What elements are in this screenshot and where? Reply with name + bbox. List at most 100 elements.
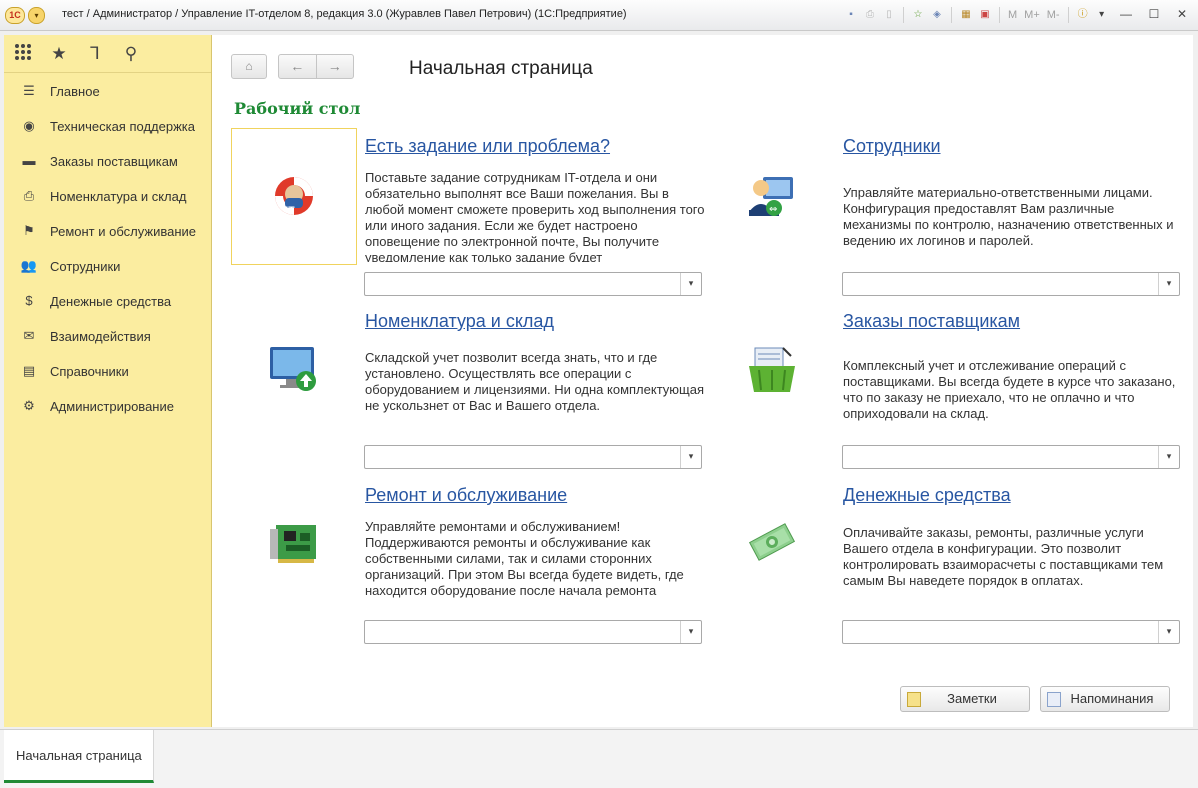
memory-plus-button[interactable]: M+	[1022, 9, 1042, 21]
svg-text:IT: IT	[285, 206, 295, 216]
chevron-down-icon[interactable]: ▾	[1158, 273, 1179, 295]
sidebar-item-label: Заказы поставщикам	[50, 153, 178, 169]
repair-select[interactable]: ▾	[364, 620, 702, 644]
sidebar-item-label: Администрирование	[50, 398, 174, 414]
minimize-icon[interactable]: —	[1116, 6, 1136, 22]
chevron-down-icon[interactable]: ▾	[680, 273, 701, 295]
section-title: Рабочий стол	[234, 99, 361, 118]
money-bag-icon: $	[25, 293, 33, 308]
chevron-down-icon[interactable]: ▾	[1094, 7, 1110, 23]
books-icon: ▤	[22, 363, 36, 378]
maximize-icon[interactable]: ☐	[1144, 6, 1164, 22]
sidebar-item-support[interactable]: ◉ Техническая поддержка	[4, 109, 211, 143]
sidebar-item-label: Денежные средства	[50, 293, 172, 309]
forward-button[interactable]: →	[317, 55, 354, 78]
favorites-add-icon[interactable]: ☆	[910, 7, 926, 23]
sidebar-item-label: Ремонт и обслуживание	[50, 223, 196, 239]
card-title-task[interactable]: Есть задание или проблема?	[365, 136, 610, 157]
sidebar-item-nomenclature[interactable]: ⎙ Номенклатура и склад	[4, 179, 211, 213]
back-button[interactable]: ←	[279, 55, 317, 78]
circuit-board-icon	[270, 525, 316, 563]
sidebar-item-money[interactable]: $ Денежные средства	[4, 284, 211, 318]
card-title-nomenclature[interactable]: Номенклатура и склад	[365, 311, 554, 332]
tab-home-page[interactable]: Начальная страница	[4, 730, 154, 783]
task-select[interactable]: ▾	[364, 272, 702, 296]
card-description: Оплачивайте заказы, ремонты, различные у…	[843, 525, 1164, 588]
sidebar-item-repair[interactable]: ⚑ Ремонт и обслуживание	[4, 214, 211, 248]
bookmark-icon[interactable]: ◈	[929, 7, 945, 23]
card-description: Поставьте задание сотрудникам IT-отдела …	[365, 170, 705, 262]
close-icon[interactable]: ✕	[1172, 6, 1192, 22]
card-title-money[interactable]: Денежные средства	[843, 485, 1011, 506]
star-icon[interactable]: ★	[48, 43, 70, 65]
chevron-down-icon[interactable]: ▾	[680, 446, 701, 468]
calendar-icon[interactable]: ▣	[977, 7, 993, 23]
chevron-down-icon[interactable]: ▾	[1158, 621, 1179, 643]
sidebar-item-label: Главное	[50, 83, 100, 99]
open-windows-bar: Начальная страница	[0, 729, 1198, 788]
notes-button[interactable]: Заметки	[900, 686, 1030, 712]
chevron-down-icon[interactable]: ▾	[1158, 446, 1179, 468]
notes-button-label: Заметки	[947, 691, 997, 706]
reminders-button[interactable]: Напоминания	[1040, 686, 1170, 712]
grid-icon[interactable]	[12, 43, 34, 65]
calculator-icon[interactable]: ▦	[958, 7, 974, 23]
people-icon: 👥	[20, 258, 38, 273]
svg-text:⇔: ⇔	[769, 204, 777, 215]
lifebuoy-icon: ◉	[23, 118, 35, 133]
sidebar-toolbar: ★ Ꞁ ⚲	[4, 35, 211, 73]
sidebar-item-references[interactable]: ▤ Справочники	[4, 354, 211, 388]
info-icon[interactable]: ⓘ	[1075, 7, 1091, 23]
print-icon[interactable]: ⎙	[862, 7, 878, 23]
employees-select[interactable]: ▾	[842, 272, 1180, 296]
it-lifebuoy-icon: IT	[275, 177, 313, 216]
reminders-button-label: Напоминания	[1070, 691, 1154, 706]
card-description: Складской учет позволит всегда знать, чт…	[365, 350, 705, 413]
monitor-upload-icon	[270, 347, 316, 391]
arrow-right-icon: →	[327, 58, 342, 74]
printer-icon: ⎙	[23, 188, 35, 203]
home-button[interactable]: ⌂	[231, 54, 267, 79]
search-icon[interactable]: ⚲	[120, 43, 142, 65]
money-select[interactable]: ▾	[842, 620, 1180, 644]
supplier-orders-select[interactable]: ▾	[842, 445, 1180, 469]
sidebar-item-label: Техническая поддержка	[50, 118, 195, 134]
sidebar-item-supplier-orders[interactable]: ▬ Заказы поставщикам	[4, 144, 211, 178]
card-title-repair[interactable]: Ремонт и обслуживание	[365, 485, 567, 506]
memory-minus-button[interactable]: M-	[1045, 9, 1062, 21]
card-title-supplier-orders[interactable]: Заказы поставщикам	[843, 311, 1020, 332]
truck-icon: ▬	[22, 153, 36, 168]
page-title: Начальная страница	[409, 58, 593, 79]
sidebar-item-label: Справочники	[50, 363, 129, 379]
history-icon[interactable]: Ꞁ	[84, 43, 106, 65]
menu-lines-icon: ☰	[23, 83, 35, 98]
shopping-basket-icon	[749, 347, 795, 392]
app-logo-icon[interactable]: 1C	[5, 7, 25, 24]
chevron-down-icon[interactable]: ▾	[680, 621, 701, 643]
title-toolbar: ▪ ⎙ ▯ ☆ ◈ ▦ ▣ M M+ M- ⓘ ▾	[843, 6, 1110, 24]
save-icon[interactable]: ▪	[843, 7, 859, 23]
preview-icon[interactable]: ▯	[881, 7, 897, 23]
sidebar-item-admin[interactable]: ⚙ Администрирование	[4, 389, 211, 423]
card-icon-box[interactable]: IT	[231, 128, 357, 265]
sidebar-item-label: Сотрудники	[50, 258, 121, 274]
sidebar-item-main[interactable]: ☰ Главное	[4, 74, 211, 108]
card-description: Комплексный учет и отслеживание операций…	[843, 358, 1176, 421]
main-menu-button[interactable]: ▾	[28, 7, 45, 24]
sidebar-item-interactions[interactable]: ✉ Взаимодействия	[4, 319, 211, 353]
sidebar-item-employees[interactable]: 👥 Сотрудники	[4, 249, 211, 283]
arrow-left-icon: ←	[290, 58, 305, 74]
gear-icon: ⚙	[23, 398, 35, 413]
navigation-arrows: ← →	[278, 54, 354, 79]
window-title-bar: 1C ▾ тест / Администратор / Управление I…	[0, 0, 1198, 31]
user-computer-icon: ⇔	[749, 177, 793, 216]
memory-m-button[interactable]: M	[1006, 9, 1019, 21]
card-title-employees[interactable]: Сотрудники	[843, 136, 941, 157]
window-controls: — ☐ ✕	[1116, 6, 1192, 22]
nomenclature-select[interactable]: ▾	[364, 445, 702, 469]
sections-panel: ★ Ꞁ ⚲ ☰ Главное ◉ Техническая поддержка …	[4, 35, 212, 727]
tab-label: Начальная страница	[16, 748, 142, 763]
home-icon: ⌂	[245, 59, 253, 73]
sidebar-item-label: Номенклатура и склад	[50, 188, 187, 204]
card-description: Управляйте ремонтами и обслуживанием! По…	[365, 519, 684, 598]
